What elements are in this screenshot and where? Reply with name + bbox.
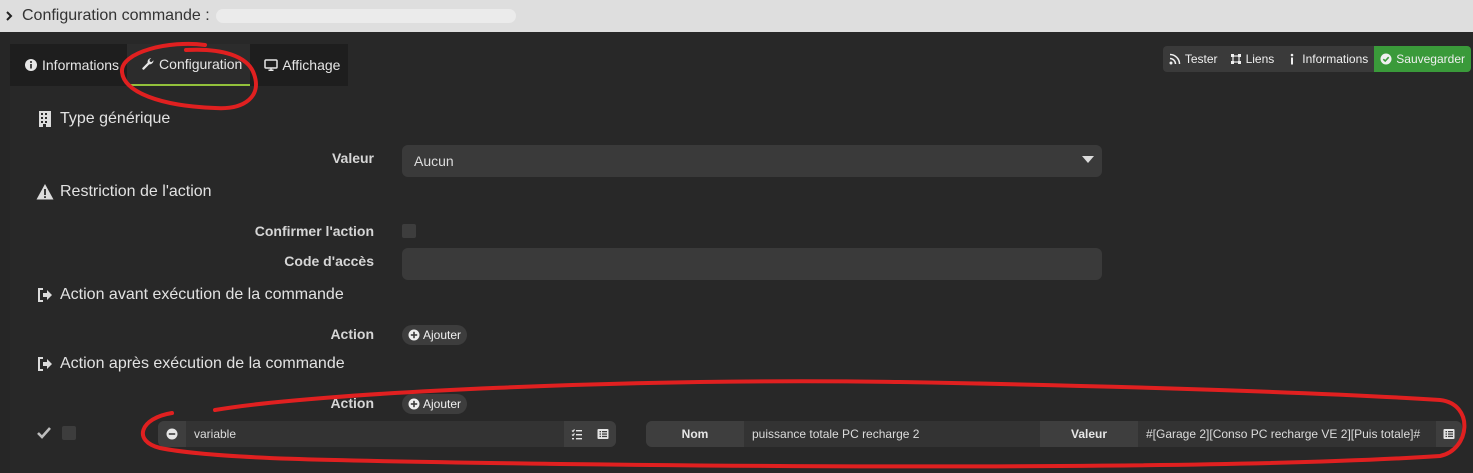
info-circle-icon bbox=[25, 59, 37, 71]
tab-label: Informations bbox=[42, 57, 120, 73]
redacted-name bbox=[215, 9, 516, 23]
access-code-label: Code d'accès bbox=[284, 253, 374, 269]
select-cmd-button[interactable] bbox=[590, 421, 616, 447]
tab-label: Configuration bbox=[159, 56, 243, 72]
wrench-icon bbox=[142, 58, 154, 70]
tester-button[interactable]: Tester bbox=[1162, 46, 1224, 72]
section-generic-type: Type générique bbox=[36, 110, 170, 128]
add-action-after-button[interactable]: Ajouter bbox=[402, 394, 468, 414]
nom-input[interactable]: puissance totale PC recharge 2 bbox=[744, 427, 1040, 441]
action-toolbar: Tester Liens Informations Sauvegarder bbox=[1162, 46, 1471, 72]
section-restriction: Restriction de l'action bbox=[36, 183, 212, 201]
access-code-input[interactable] bbox=[402, 248, 1102, 280]
window-title: Configuration commande : bbox=[22, 7, 210, 24]
info-icon bbox=[1290, 53, 1294, 65]
remove-action-button[interactable] bbox=[158, 421, 186, 447]
monitor-icon bbox=[264, 59, 279, 71]
select-info-cmd-button[interactable] bbox=[1436, 421, 1462, 447]
generic-type-select[interactable]: Aucun bbox=[402, 145, 1102, 177]
action-label-before: Action bbox=[330, 326, 374, 342]
list-alt-icon bbox=[1443, 429, 1455, 439]
enable-check-icon[interactable] bbox=[36, 426, 52, 440]
tab-label: Affichage bbox=[282, 57, 341, 73]
sign-out-icon bbox=[38, 357, 52, 371]
sauvegarder-button[interactable]: Sauvegarder bbox=[1374, 46, 1471, 72]
action-cmd-input[interactable]: variable bbox=[186, 427, 564, 441]
confirm-action-checkbox[interactable] bbox=[402, 224, 416, 238]
valeur-addon: Valeur bbox=[1040, 421, 1138, 447]
section-before-exec: Action avant exécution de la commande bbox=[36, 286, 344, 304]
warning-icon bbox=[36, 184, 54, 200]
valeur-input[interactable]: #[Garage 2][Conso PC recharge VE 2][Puis… bbox=[1138, 427, 1436, 441]
caret-down-icon bbox=[1082, 156, 1094, 163]
tab-affichage[interactable]: Affichage bbox=[250, 44, 348, 86]
list-check-icon bbox=[571, 429, 582, 440]
confirm-action-label: Confirmer l'action bbox=[254, 223, 374, 239]
link-graph-icon bbox=[1230, 54, 1241, 64]
check-circle-icon bbox=[1380, 53, 1392, 65]
tab-informations[interactable]: Informations bbox=[10, 44, 127, 86]
plus-circle-icon bbox=[408, 329, 420, 341]
plus-circle-icon bbox=[408, 398, 420, 410]
rss-icon bbox=[1169, 53, 1181, 65]
window-titlebar: Configuration commande : bbox=[0, 0, 1473, 32]
parallel-checkbox[interactable] bbox=[62, 426, 76, 440]
section-after-exec: Action après exécution de la commande bbox=[36, 355, 345, 373]
informations-button[interactable]: Informations bbox=[1280, 46, 1375, 72]
minus-circle-icon bbox=[166, 428, 178, 440]
select-options-button[interactable] bbox=[564, 421, 590, 447]
list-alt-icon bbox=[597, 429, 609, 439]
valeur-label: Valeur bbox=[331, 150, 374, 166]
add-action-before-button[interactable]: Ajouter bbox=[402, 325, 468, 345]
chevron-right-icon[interactable] bbox=[4, 11, 14, 21]
sign-out-icon bbox=[38, 288, 52, 302]
action-cmd-group: variable bbox=[158, 421, 616, 447]
tab-bar: Informations Configuration Affichage bbox=[10, 44, 349, 86]
action-label-after: Action bbox=[330, 395, 374, 411]
action-options-group: Nom puissance totale PC recharge 2 Valeu… bbox=[646, 421, 1462, 447]
tab-configuration[interactable]: Configuration bbox=[127, 44, 251, 86]
liens-button[interactable]: Liens bbox=[1223, 46, 1281, 72]
nom-addon: Nom bbox=[646, 421, 744, 447]
building-icon bbox=[39, 111, 51, 127]
